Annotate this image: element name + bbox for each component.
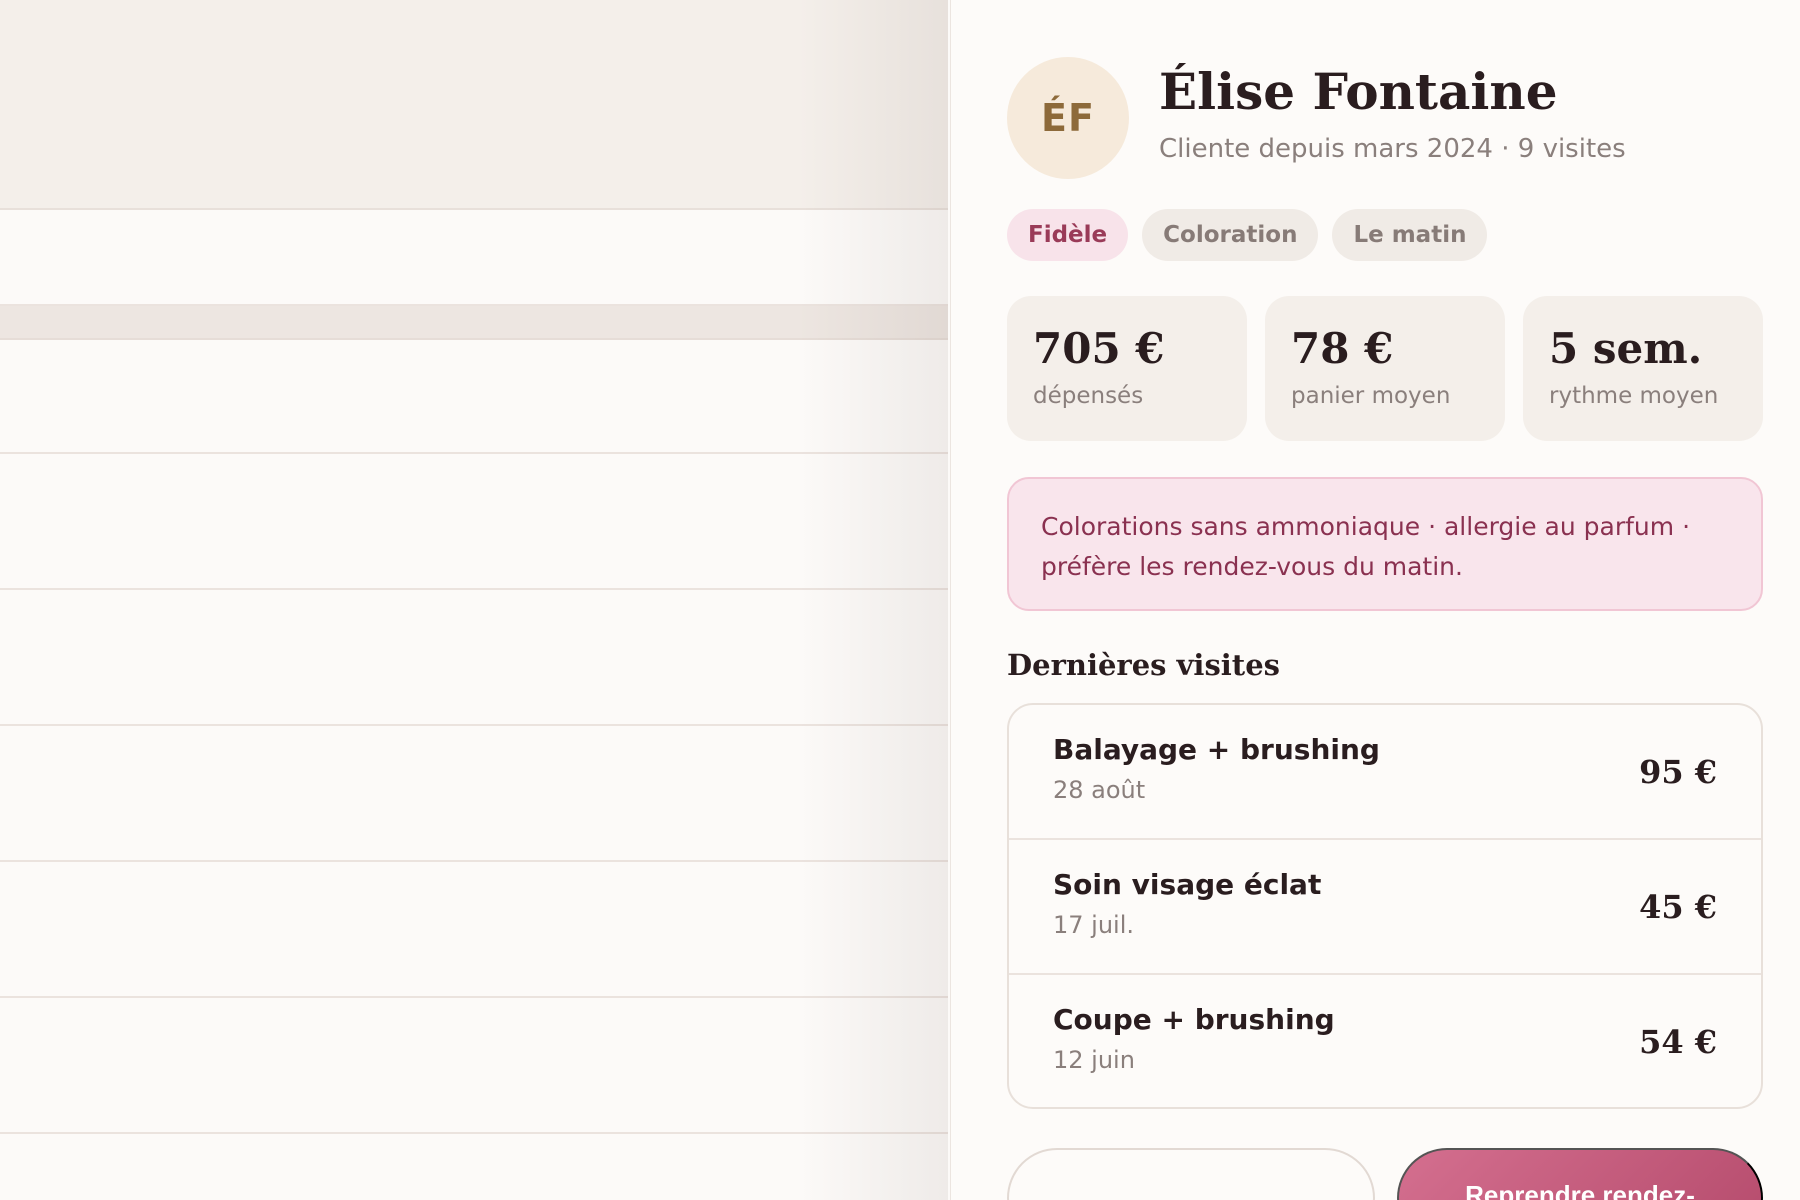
list-header <box>0 0 948 210</box>
stat-label: panier moyen <box>1291 383 1451 409</box>
recent-visits-title: Dernières visites <box>1007 648 1280 682</box>
stat-value: 5 sem. <box>1549 324 1703 373</box>
client-list-backdrop <box>0 0 948 1200</box>
visit-price: 95 € <box>1639 753 1717 791</box>
app-root: ÉF Élise Fontaine Cliente depuis mars 20… <box>0 0 1800 1200</box>
client-detail-drawer: ÉF Élise Fontaine Cliente depuis mars 20… <box>950 0 1800 1200</box>
list-row[interactable] <box>0 342 948 454</box>
client-stats: 705 € dépensés 78 € panier moyen 5 sem. … <box>1007 296 1763 441</box>
list-row[interactable] <box>0 1136 948 1200</box>
list-row[interactable] <box>0 728 948 862</box>
list-row[interactable] <box>0 864 948 998</box>
secondary-action-button[interactable] <box>1007 1148 1375 1200</box>
client-name: Élise Fontaine <box>1159 62 1558 121</box>
stat-card-average-basket: 78 € panier moyen <box>1265 296 1505 441</box>
visit-row[interactable]: Coupe + brushing 12 juin 54 € <box>1009 975 1761 1107</box>
list-row[interactable] <box>0 1000 948 1134</box>
list-row[interactable] <box>0 592 948 726</box>
stat-value: 78 € <box>1291 324 1394 373</box>
visit-service: Coupe + brushing <box>1053 1003 1335 1036</box>
recent-visits-list: Balayage + brushing 28 août 95 € Soin vi… <box>1007 703 1763 1109</box>
visit-date: 17 juil. <box>1053 911 1135 939</box>
stat-card-rhythm: 5 sem. rythme moyen <box>1523 296 1763 441</box>
visit-date: 28 août <box>1053 776 1146 804</box>
visit-date: 12 juin <box>1053 1046 1135 1074</box>
visit-row[interactable]: Soin visage éclat 17 juil. 45 € <box>1009 840 1761 975</box>
tag-fidele[interactable]: Fidèle <box>1007 209 1129 261</box>
client-avatar: ÉF <box>1007 57 1129 179</box>
client-note: Colorations sans ammoniaque · allergie a… <box>1007 477 1763 611</box>
visit-row[interactable]: Balayage + brushing 28 août 95 € <box>1009 705 1761 840</box>
list-row[interactable] <box>0 456 948 590</box>
stat-label: dépensés <box>1033 383 1144 409</box>
list-group-header <box>0 306 948 340</box>
tag-le-matin[interactable]: Le matin <box>1332 209 1488 261</box>
visit-service: Balayage + brushing <box>1053 733 1380 766</box>
client-tags: Fidèle Coloration Le matin <box>1007 209 1488 261</box>
stat-card-spent: 705 € dépensés <box>1007 296 1247 441</box>
client-subtitle: Cliente depuis mars 2024 · 9 visites <box>1159 134 1626 164</box>
visit-price: 54 € <box>1639 1023 1717 1061</box>
visit-price: 45 € <box>1639 888 1717 926</box>
visit-service: Soin visage éclat <box>1053 868 1322 901</box>
stat-label: rythme moyen <box>1549 383 1719 409</box>
tag-coloration[interactable]: Coloration <box>1142 209 1319 261</box>
list-row[interactable] <box>0 212 948 306</box>
stat-value: 705 € <box>1033 324 1165 373</box>
rebook-appointment-button[interactable]: Reprendre rendez- <box>1397 1148 1763 1200</box>
